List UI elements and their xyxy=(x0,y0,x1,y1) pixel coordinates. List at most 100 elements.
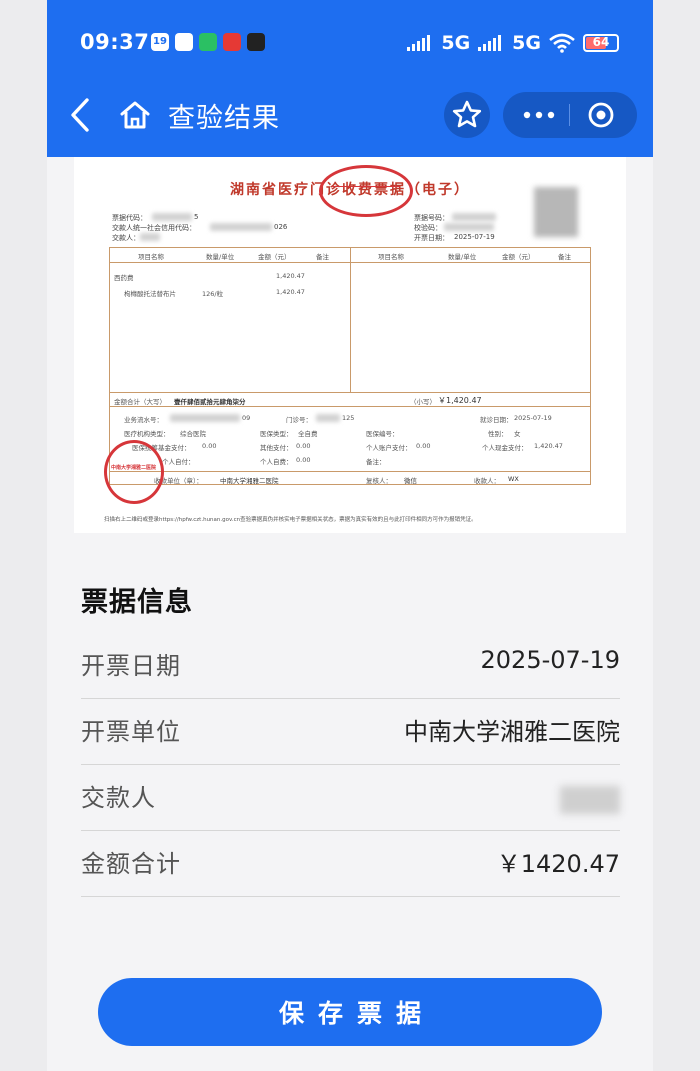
detail-label: 业务流水号： xyxy=(124,416,163,424)
receipt-number-label: 票据号码： xyxy=(414,214,449,222)
top-bar: 09:37 19 5G 5G 64 查验结果 xyxy=(47,0,653,157)
row-label: 开票日期 xyxy=(81,652,181,680)
table-header: 备注 xyxy=(558,253,571,261)
payer-redacted xyxy=(560,786,620,814)
save-receipt-button[interactable]: 保存票据 xyxy=(98,978,602,1046)
phone-screen: 09:37 19 5G 5G 64 查验结果 湖南省医疗门诊收费票据（电子） 票… xyxy=(47,0,653,1071)
detail-value: 09 xyxy=(242,414,251,422)
reviewer: 微信 xyxy=(404,477,417,485)
table-header: 金额（元） xyxy=(502,253,535,261)
receipt-code-label: 票据代码： xyxy=(112,214,147,222)
detail-label: 性别： xyxy=(488,430,508,438)
detail-label: 备注： xyxy=(366,458,386,466)
signal-icon xyxy=(407,35,431,51)
detail-value: 0.00 xyxy=(202,442,217,450)
hospital-seal-text: 中南大学湘雅二医院 xyxy=(111,465,157,471)
payer-credit-code-label: 交款人统一社会信用代码： xyxy=(112,224,196,232)
detail-label: 个人自付： xyxy=(162,458,195,466)
total-lower-label: （小写） xyxy=(410,398,436,406)
detail-label: 门诊号： xyxy=(286,416,312,424)
detail-value: 1,420.47 xyxy=(534,442,563,450)
red-app-icon xyxy=(223,33,241,51)
total-upper: 壹仟肆佰贰拾元肆角柒分 xyxy=(174,398,246,406)
wifi-icon xyxy=(549,33,575,53)
item-qty: 126/粒 xyxy=(202,290,224,298)
detail-value: 125 xyxy=(342,414,355,422)
detail-value: 2025-07-19 xyxy=(514,414,552,422)
more-dots-icon[interactable] xyxy=(519,104,559,126)
payer-label: 交款人： xyxy=(112,234,140,242)
detail-label: 其他支付： xyxy=(260,444,293,452)
total-lower: ￥1,420.47 xyxy=(438,396,482,405)
issue-date-value: 2025-07-19 xyxy=(454,233,495,241)
table-header: 项目名称 xyxy=(138,253,164,261)
favorite-button[interactable] xyxy=(444,92,490,138)
page-title: 查验结果 xyxy=(168,103,280,134)
detail-value: 女 xyxy=(514,430,521,438)
chevron-left-icon[interactable] xyxy=(65,96,95,134)
status-time: 09:37 xyxy=(80,30,150,54)
table-header: 数量/单位 xyxy=(206,253,235,261)
hospital-seal: 中南大学湘雅二医院 xyxy=(104,440,164,504)
redacted-text xyxy=(444,223,494,231)
payer-credit-code-value: 026 xyxy=(274,223,288,231)
detail-label: 个人现金支付： xyxy=(482,444,528,452)
status-app-icons: 19 xyxy=(151,33,265,51)
item-name: 枸橼酸托法替布片 xyxy=(124,290,176,298)
item-amount: 1,420.47 xyxy=(276,272,305,280)
detail-value: 0.00 xyxy=(416,442,431,450)
section-title: 票据信息 xyxy=(81,587,193,618)
row-label: 金额合计 xyxy=(81,850,181,878)
cashier: WX xyxy=(508,475,519,483)
home-icon[interactable] xyxy=(119,99,151,131)
issue-date-label: 开票日期： xyxy=(414,234,449,242)
row-label: 开票单位 xyxy=(81,718,181,746)
check-code-label: 校验码： xyxy=(414,224,442,232)
row-value: 中南大学湘雅二医院 xyxy=(404,718,620,746)
calendar-icon: 19 xyxy=(151,33,169,51)
network-label-1: 5G xyxy=(441,32,471,54)
total-upper-label: 金额合计（大写） xyxy=(114,398,166,406)
detail-label: 个人自费： xyxy=(260,458,293,466)
signal-icon xyxy=(478,35,502,51)
black-app-icon xyxy=(247,33,265,51)
info-row-issue-date: 开票日期 2025-07-19 xyxy=(81,632,620,699)
detail-label: 医保编号： xyxy=(366,430,399,438)
detail-label: 个人账户支付： xyxy=(366,444,412,452)
target-circle-icon[interactable] xyxy=(587,101,615,129)
redacted-text xyxy=(316,414,340,422)
row-value: ￥1420.47 xyxy=(496,850,620,878)
receipt-image[interactable]: 湖南省医疗门诊收费票据（电子） 票据代码： 5 交款人统一社会信用代码： 026… xyxy=(74,157,626,533)
detail-label: 医疗机构类型： xyxy=(124,430,170,438)
table-header: 项目名称 xyxy=(378,253,404,261)
network-label-2: 5G xyxy=(512,32,541,54)
redacted-text xyxy=(152,213,192,221)
detail-value: 0.00 xyxy=(296,442,311,450)
qr-code-blurred xyxy=(534,187,578,237)
table-header: 数量/单位 xyxy=(448,253,477,261)
detail-label: 医保类型： xyxy=(260,430,293,438)
detail-value: 综合医院 xyxy=(180,430,206,438)
item-amount: 1,420.47 xyxy=(276,288,305,296)
redacted-text xyxy=(452,213,496,221)
info-row-payer: 交款人 xyxy=(81,764,620,831)
battery-icon: 64 xyxy=(583,34,619,52)
table-header: 金额（元） xyxy=(258,253,291,261)
cashier-label: 收款人： xyxy=(474,477,500,485)
row-value: 2025-07-19 xyxy=(480,646,620,674)
detail-value: 0.00 xyxy=(296,456,311,464)
detail-value: 全自费 xyxy=(298,430,318,438)
reviewer-label: 复核人： xyxy=(366,477,392,485)
payee-unit: 中南大学湘雅二医院 xyxy=(220,477,279,485)
table-header: 备注 xyxy=(316,253,329,261)
star-icon xyxy=(452,100,482,128)
wechat-icon xyxy=(199,33,217,51)
chat-bubble-icon xyxy=(175,33,193,51)
redacted-text xyxy=(210,223,272,231)
info-row-issuer: 开票单位 中南大学湘雅二医院 xyxy=(81,698,620,765)
mini-program-capsule xyxy=(503,92,637,138)
row-label: 交款人 xyxy=(81,784,156,812)
receipt-seal-top xyxy=(319,165,413,217)
battery-level: 64 xyxy=(592,35,610,49)
detail-label: 就诊日期： xyxy=(480,416,513,424)
